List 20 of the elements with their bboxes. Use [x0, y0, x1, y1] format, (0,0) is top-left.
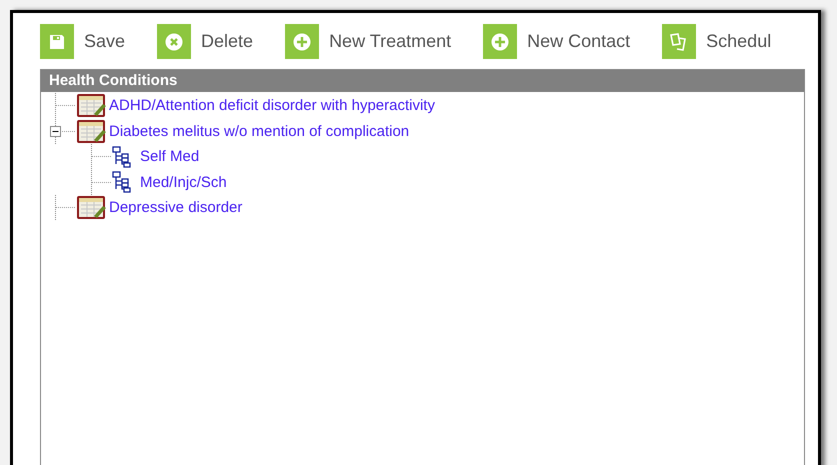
- toolbar-button[interactable]: New Contact: [483, 24, 630, 59]
- tree-item[interactable]: Self Med: [140, 148, 200, 166]
- toolbar-button[interactable]: Delete: [157, 24, 254, 59]
- notepad-icon: [76, 195, 108, 220]
- plus-icon: [491, 32, 510, 50]
- close-icon: [165, 32, 184, 50]
- collapse-toggle-icon[interactable]: [50, 126, 61, 137]
- tree-item[interactable]: Diabetes melitus w/o mention of complication: [109, 122, 410, 140]
- notepad-icon: [76, 93, 108, 118]
- plus-icon: [293, 32, 312, 50]
- toolbar-button[interactable]: New Treatment: [285, 24, 452, 59]
- panel-header: Health Conditions: [41, 70, 804, 92]
- tree-item[interactable]: Med/Injc/Sch: [140, 174, 227, 191]
- toolbar-button[interactable]: Save: [40, 24, 126, 59]
- notepad-icon: [76, 118, 108, 144]
- hierarchy-icon: [112, 146, 132, 168]
- tree-item[interactable]: ADHD/Attention deficit disorder with hyperactivity: [109, 97, 435, 114]
- toolbar-button[interactable]: Schedul: [662, 24, 772, 59]
- tree-item[interactable]: Depressive disorder: [109, 199, 242, 216]
- hierarchy-icon: [112, 171, 132, 194]
